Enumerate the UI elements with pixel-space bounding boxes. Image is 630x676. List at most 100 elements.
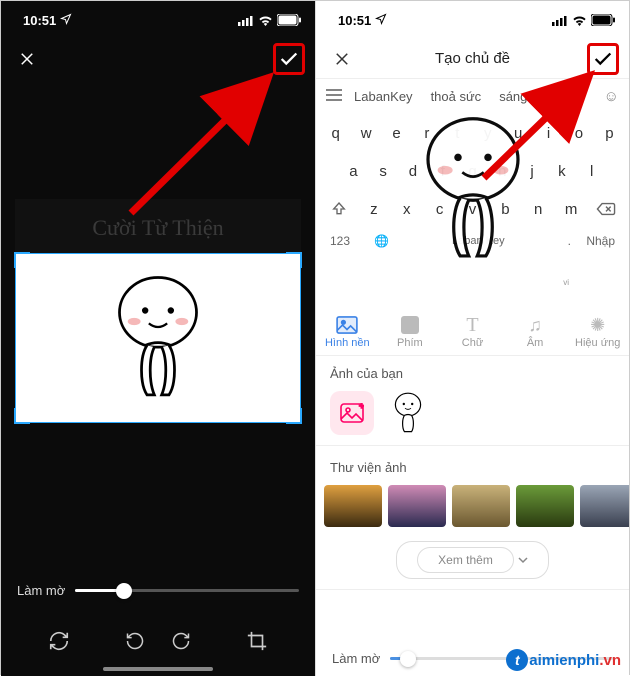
close-button[interactable] [11, 43, 43, 75]
suggestion-2[interactable]: thoả sức [425, 87, 488, 106]
blur-slider[interactable] [75, 589, 299, 592]
see-more-button[interactable]: Xem thêm [316, 535, 629, 589]
sparkle-icon: ✺ [566, 313, 629, 337]
gallery-row [316, 479, 629, 535]
slider-thumb[interactable] [116, 583, 132, 599]
location-arrow-icon [60, 13, 72, 28]
blur-label: Làm mờ [332, 651, 380, 666]
svg-text:+: + [359, 403, 364, 411]
user-image-thumb[interactable] [386, 391, 430, 435]
battery-icon [277, 14, 301, 26]
tab-label: Chữ [441, 337, 504, 349]
gallery-thumb[interactable] [452, 485, 510, 527]
chevron-down-icon [518, 555, 528, 565]
close-button[interactable] [326, 43, 358, 75]
battery-icon [591, 14, 615, 26]
enter-key[interactable]: Nhập [571, 234, 615, 248]
menu-icon[interactable] [326, 89, 342, 104]
key-k[interactable]: k [548, 154, 575, 188]
tab-keys[interactable]: Phím [379, 305, 442, 355]
emoji-icon[interactable]: ☺ [604, 88, 619, 105]
section-your-images: Ảnh của bạn [316, 356, 629, 385]
phone-crop-screen: 10:51 [1, 1, 315, 676]
status-bar: 10:51 [316, 1, 629, 39]
blur-label: Làm mờ [17, 583, 65, 598]
key-m[interactable]: m [556, 192, 586, 226]
status-bar: 10:51 [1, 1, 315, 39]
tab-background[interactable]: Hình nền [316, 305, 379, 355]
bottom-toolbar [1, 628, 315, 654]
key-q[interactable]: q [322, 116, 349, 150]
gallery-thumb[interactable] [516, 485, 574, 527]
key-o[interactable]: o [565, 116, 592, 150]
add-image-button[interactable]: + [330, 391, 374, 435]
suggestion-1[interactable]: LabanKey [348, 87, 419, 106]
gallery-thumb[interactable] [580, 485, 629, 527]
text-icon: T [441, 313, 504, 337]
topbar: Tạo chủ đề [316, 39, 629, 79]
key-l[interactable]: l [578, 154, 605, 188]
page-title: Tạo chủ đề [358, 50, 587, 67]
numkey[interactable]: 123 [330, 234, 374, 248]
key-z[interactable]: z [359, 192, 389, 226]
key-s[interactable]: s [370, 154, 397, 188]
signal-icon [238, 15, 254, 26]
see-more-label: Xem thêm [417, 547, 514, 573]
crop-handle-tr[interactable] [286, 252, 302, 268]
blur-control: Làm mờ [1, 583, 315, 598]
keyboard-bg-character [408, 114, 538, 269]
music-icon: ♫ [504, 313, 567, 337]
crop-frame[interactable] [15, 253, 301, 423]
home-indicator [103, 667, 213, 671]
gallery-thumb[interactable] [324, 485, 382, 527]
suggestion-bar: LabanKey thoả sức sáng ☺ [316, 79, 629, 110]
crop-handle-br[interactable] [286, 408, 302, 424]
globe-icon[interactable]: 🌐 [374, 234, 389, 248]
crop-title: Cười Từ Thiện [15, 199, 301, 253]
wifi-icon [572, 15, 587, 26]
location-arrow-icon [375, 13, 387, 28]
confirm-button[interactable] [587, 43, 619, 75]
watermark-suffix: .vn [599, 652, 621, 669]
tab-label: Phím [379, 337, 442, 349]
square-icon [379, 313, 442, 337]
gallery-thumb[interactable] [388, 485, 446, 527]
crop-icon[interactable] [244, 628, 270, 654]
image-icon [316, 313, 379, 337]
status-time: 10:51 [338, 13, 371, 28]
key-a[interactable]: a [340, 154, 367, 188]
key-i[interactable]: i [535, 116, 562, 150]
crop-area: Cười Từ Thiện [1, 199, 315, 423]
tab-effect[interactable]: ✺ Hiệu ứng [566, 305, 629, 355]
tab-sound[interactable]: ♫ Âm [504, 305, 567, 355]
divider [316, 445, 629, 446]
vi-indicator: vi [563, 278, 569, 287]
crop-handle-tl[interactable] [14, 252, 30, 268]
topbar [1, 39, 315, 79]
tab-font[interactable]: T Chữ [441, 305, 504, 355]
character-image [103, 273, 213, 403]
signal-icon [552, 15, 568, 26]
watermark-logo-icon: t [506, 649, 528, 671]
wifi-icon [258, 15, 273, 26]
status-time: 10:51 [23, 13, 56, 28]
crop-handle-bl[interactable] [14, 408, 30, 424]
key-p[interactable]: p [596, 116, 623, 150]
tab-label: Hình nền [316, 337, 379, 349]
slider-thumb[interactable] [400, 651, 416, 667]
divider [316, 589, 629, 590]
key-e[interactable]: e [383, 116, 410, 150]
rotate-right-icon[interactable] [168, 628, 194, 654]
your-images-row: + [316, 385, 629, 445]
watermark-text: aimienphi [529, 652, 599, 669]
refresh-icon[interactable] [46, 628, 72, 654]
shift-key[interactable] [322, 192, 356, 226]
key-w[interactable]: w [352, 116, 379, 150]
rotate-left-icon[interactable] [122, 628, 148, 654]
section-library: Thư viện ảnh [316, 450, 629, 479]
confirm-button[interactable] [273, 43, 305, 75]
backspace-key[interactable] [589, 192, 623, 226]
phone-theme-screen: 10:51 Tạo chủ đề [315, 1, 629, 676]
suggestion-3[interactable]: sáng [493, 87, 597, 106]
editor-tabs: Hình nền Phím T Chữ ♫ Âm ✺ Hiệu ứng [316, 305, 629, 356]
